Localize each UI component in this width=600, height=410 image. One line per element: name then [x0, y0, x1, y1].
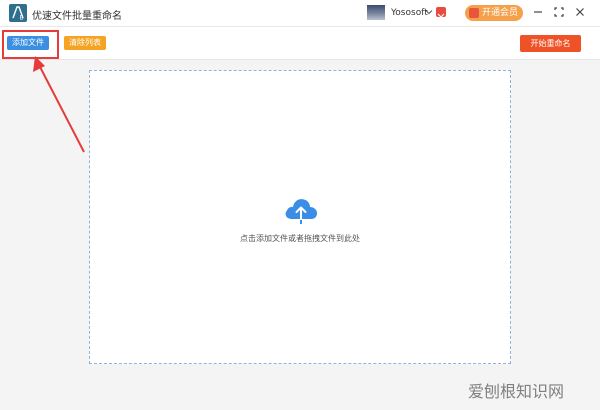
app-logo-icon: B: [9, 4, 27, 22]
vip-icon: [469, 8, 479, 18]
watermark: 爱刨根知识网: [468, 382, 565, 401]
clear-list-button[interactable]: 清除列表: [64, 36, 106, 50]
maximize-icon[interactable]: [553, 6, 565, 18]
brand-badge-icon: [436, 7, 446, 21]
window-title: 优速文件批量重命名: [32, 11, 122, 22]
toolbar: 添加文件 清除列表 开始重命名: [0, 27, 600, 60]
file-drop-zone[interactable]: 点击添加文件或者拖拽文件到此处: [89, 70, 511, 364]
app-window: B 优速文件批量重命名 Yososoft 开通会员 添加文件 清除列表 开始重命…: [0, 0, 600, 410]
minimize-icon[interactable]: [532, 6, 544, 18]
drop-hint: 点击添加文件或者拖拽文件到此处: [240, 234, 360, 243]
add-files-button[interactable]: 添加文件: [7, 36, 49, 50]
username[interactable]: Yososoft: [391, 8, 428, 18]
close-icon[interactable]: [574, 6, 586, 18]
cloud-upload-icon: [285, 199, 318, 224]
svg-text:B: B: [20, 15, 24, 22]
vip-button[interactable]: 开通会员: [465, 5, 523, 21]
vip-button-label: 开通会员: [482, 8, 519, 18]
title-bar: B 优速文件批量重命名 Yososoft 开通会员: [0, 0, 600, 27]
avatar[interactable]: [367, 5, 385, 20]
chevron-down-icon[interactable]: [425, 8, 433, 16]
start-rename-button[interactable]: 开始重命名: [520, 35, 581, 52]
